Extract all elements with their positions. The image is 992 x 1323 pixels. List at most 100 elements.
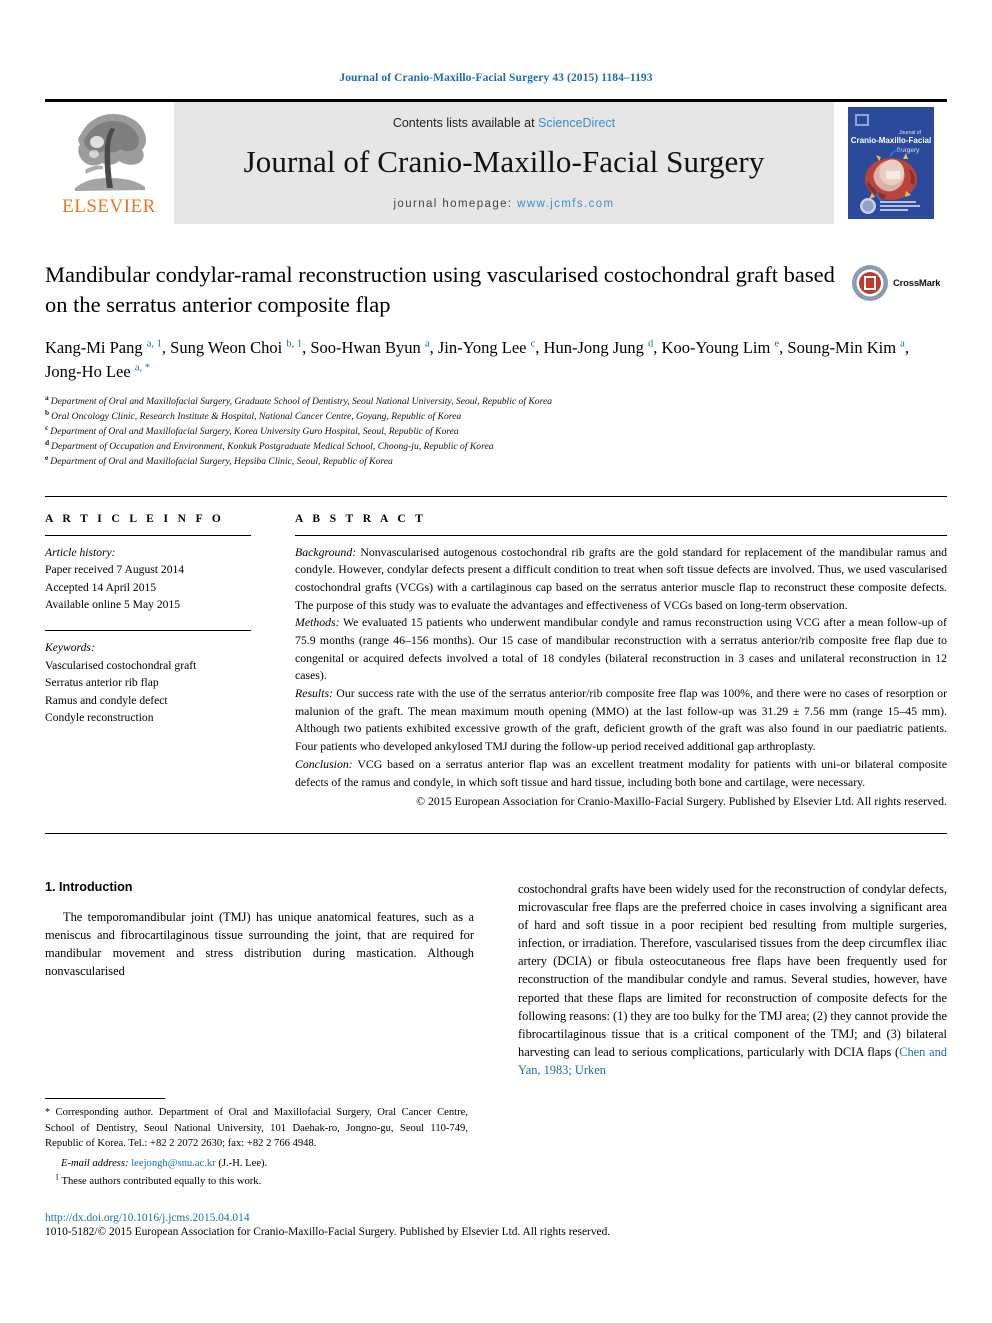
affiliation-item: d Department of Occupation and Environmen… [45, 439, 947, 454]
author-name: Koo-Young Lim [661, 338, 775, 358]
introduction-paragraph-left: The temporomandibular joint (TMJ) has un… [45, 909, 474, 979]
keyword-item: Ramus and condyle defect [45, 693, 168, 707]
abstract-section: Results: Our success rate with the use o… [295, 685, 947, 756]
abstract-body: Background: Nonvascularised autogenous c… [295, 544, 947, 792]
elsevier-tree-icon [75, 114, 146, 191]
intro-right-text: costochondral grafts have been widely us… [518, 881, 947, 1059]
abstract-section: Methods: We evaluated 15 patients who un… [295, 614, 947, 685]
affiliation-text: Department of Oral and Maxillofacial Sur… [50, 395, 553, 407]
author-list: Kang-Mi Pang a, 1, Sung Weon Choi b, 1, … [45, 338, 909, 382]
introduction-paragraph-right: costochondral grafts have been widely us… [518, 880, 947, 1079]
elsevier-logo-block: ELSEVIER [45, 102, 173, 224]
affiliation-mark: e [45, 453, 49, 463]
contents-prefix: Contents lists available at [392, 116, 539, 130]
author-name: Hun-Jong Jung [543, 338, 649, 358]
author-affiliation-mark: a [424, 338, 430, 350]
crossmark-label: CrossMark [893, 277, 941, 289]
affiliation-item: c Department of Oral and Maxillofacial Su… [45, 424, 947, 439]
abstract-section-text: VCG based on a serratus anterior flap wa… [295, 756, 947, 789]
article-info-rule [45, 534, 251, 536]
info-abstract-section: A R T I C L E I N F O Article history: P… [45, 495, 947, 811]
abstract-section-text: Nonvascularised autogenous costochondral… [295, 544, 947, 612]
footnote-rule [45, 1098, 165, 1099]
author-name: Kang-Mi Pang [45, 338, 147, 358]
affiliation-list: a Department of Oral and Maxillofacial Su… [45, 392, 947, 470]
email-footnote: E-mail address: leejongh@snu.ac.kr (J.-H… [45, 1156, 468, 1171]
email-label: E-mail address: [61, 1157, 129, 1169]
keywords-rule [45, 630, 251, 631]
author-name: Jin-Yong Lee [437, 338, 531, 358]
affiliation-text: Department of Occupation and Environment… [51, 441, 494, 453]
corresponding-author-text: Corresponding author. Department of Oral… [45, 1107, 469, 1150]
elsevier-wordmark: ELSEVIER [62, 196, 156, 217]
email-suffix: (J.-H. Lee). [215, 1157, 268, 1169]
footnote-area: * Corresponding author. Department of Or… [45, 1098, 468, 1189]
introduction-heading: 1. Introduction [45, 879, 133, 894]
affiliation-mark: c [45, 422, 49, 432]
abstract-section: Background: Nonvascularised autogenous c… [295, 544, 947, 615]
masthead-center: Contents lists available at ScienceDirec… [173, 102, 835, 224]
homepage-url-link[interactable]: www.jcmfs.com [517, 198, 614, 210]
abstract-heading: A B S T R A C T [295, 512, 427, 525]
author-affiliation-mark: d [648, 338, 654, 350]
homepage-label: journal homepage: [393, 198, 513, 210]
affiliation-item: a Department of Oral and Maxillofacial Su… [45, 392, 947, 409]
affiliation-text: Department of Oral and Maxillofacial Sur… [50, 426, 459, 438]
body-columns: 1. Introduction The temporomandibular jo… [45, 880, 947, 1079]
body-column-right: costochondral grafts have been widely us… [518, 880, 947, 1079]
journal-title: Journal of Cranio-Maxillo-Facial Surgery [243, 144, 765, 179]
svg-text:Cranio-Maxillo-Facial: Cranio-Maxillo-Facial [851, 136, 931, 145]
paper-first-page: Journal of Cranio-Maxillo-Facial Surgery… [0, 0, 992, 1323]
issn-copyright-line: 1010-5182/© 2015 European Association fo… [45, 1226, 611, 1238]
history-item: Paper received 7 August 2014 [45, 563, 185, 577]
title-block: Mandibular condylar-ramal reconstruction… [45, 260, 947, 320]
body-column-left: 1. Introduction The temporomandibular jo… [45, 880, 474, 1079]
keyword-item: Condyle reconstruction [45, 711, 154, 725]
page-title: Mandibular condylar-ramal reconstruction… [45, 262, 835, 318]
sciencedirect-link[interactable]: ScienceDirect [538, 116, 615, 130]
author-affiliation-mark: e [774, 338, 780, 350]
affiliation-text: Department of Oral and Maxillofacial Sur… [50, 456, 393, 468]
crossmark-icon [852, 265, 888, 301]
running-head: Journal of Cranio-Maxillo-Facial Surgery… [339, 72, 653, 84]
doi-block: http://dx.doi.org/10.1016/j.jcms.2015.04… [45, 1212, 947, 1238]
article-info-heading: A R T I C L E I N F O [45, 512, 225, 525]
corresponding-mark: * [45, 1107, 50, 1118]
crossmark-badge[interactable]: CrossMark [851, 260, 947, 302]
equal-contribution-text: These authors contributed equally to thi… [61, 1175, 262, 1187]
keywords-block: Keywords: Vascularised costochondral gra… [45, 639, 251, 727]
article-info-column: A R T I C L E I N F O Article history: P… [45, 497, 273, 811]
article-history-block: Article history: Paper received 7 August… [45, 544, 251, 614]
affiliation-mark: d [45, 438, 50, 448]
affiliation-text: Oral Oncology Clinic, Research Institute… [51, 410, 462, 422]
abstract-bottom-rule [45, 832, 947, 834]
author-affiliation-mark: b, 1 [286, 338, 303, 350]
author-name: Soung-Min Kim [787, 338, 901, 358]
journal-homepage-line: journal homepage: www.jcmfs.com [393, 198, 614, 210]
journal-cover-block: Journal of Cranio-Maxillo-Facial Surgery [835, 102, 947, 224]
abstract-section-text: Our success rate with the use of the ser… [295, 686, 947, 754]
history-item: Accepted 14 April 2015 [45, 580, 157, 594]
affiliation-item: e Department of Oral and Maxillofacial Su… [45, 454, 947, 469]
abstract-copyright: © 2015 European Association for Cranio-M… [416, 794, 947, 809]
keywords-label: Keywords: [45, 641, 95, 654]
abstract-column: A B S T R A C T Background: Nonvasculari… [273, 497, 947, 811]
abstract-rule [295, 534, 947, 536]
corresponding-author-footnote: * Corresponding author. Department of Or… [45, 1105, 468, 1152]
abstract-section-text: We evaluated 15 patients who underwent m… [295, 615, 947, 683]
abstract-section-label: Results: [295, 686, 334, 701]
abstract-section: Conclusion: VCG based on a serratus ante… [295, 756, 947, 791]
journal-cover-thumbnail-icon: Journal of Cranio-Maxillo-Facial Surgery [848, 107, 934, 219]
journal-masthead: ELSEVIER Contents lists available at Sci… [45, 99, 947, 224]
author-affiliation-mark: a [900, 338, 905, 350]
history-item: Available online 5 May 2015 [45, 598, 181, 612]
affiliation-item: b Oral Oncology Clinic, Research Institut… [45, 409, 947, 424]
affiliation-mark: a [45, 392, 49, 402]
abstract-section-label: Background: [295, 544, 357, 559]
doi-link[interactable]: http://dx.doi.org/10.1016/j.jcms.2015.04… [45, 1212, 947, 1224]
abstract-section-label: Methods: [295, 615, 340, 630]
article-history-label: Article history: [45, 545, 116, 559]
abstract-section-label: Conclusion: [295, 756, 353, 771]
email-link[interactable]: leejongh@snu.ac.kr [131, 1158, 215, 1169]
author-affiliation-mark: a, * [134, 362, 150, 374]
